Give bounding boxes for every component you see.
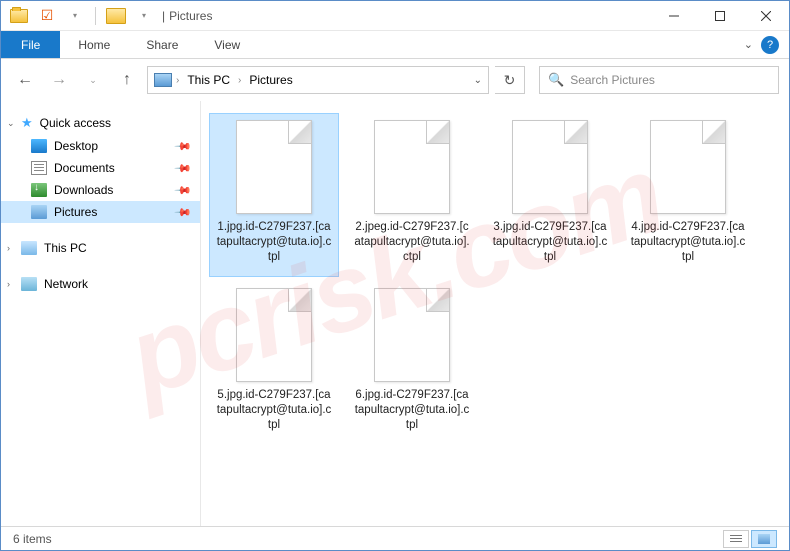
file-name: 3.jpg.id-C279F237.[catapultacrypt@tuta.i…: [490, 220, 610, 265]
file-name: 6.jpg.id-C279F237.[catapultacrypt@tuta.i…: [352, 388, 472, 433]
sidebar-label: Documents: [54, 161, 115, 175]
help-icon[interactable]: ?: [761, 36, 779, 54]
refresh-button[interactable]: ↻: [495, 66, 525, 94]
title-dropdown-icon[interactable]: ▾: [132, 5, 156, 27]
file-name: 5.jpg.id-C279F237.[catapultacrypt@tuta.i…: [214, 388, 334, 433]
sidebar-label: Network: [44, 277, 88, 291]
sidebar-item-quick-access[interactable]: ⌄ ★ Quick access: [1, 111, 200, 135]
address-bar: ← → ⌄ ↑ › This PC › Pictures ⌄ ↻ 🔍: [1, 59, 789, 101]
file-icon: [374, 120, 450, 214]
details-view-button[interactable]: [723, 530, 749, 548]
search-input[interactable]: [570, 73, 770, 87]
pictures-icon: [31, 205, 47, 219]
pin-icon: 📌: [174, 203, 193, 222]
file-icon: [236, 120, 312, 214]
file-name: 4.jpg.id-C279F237.[catapultacrypt@tuta.i…: [628, 220, 748, 265]
file-item[interactable]: 2.jpeg.id-C279F237.[catapultacrypt@tuta.…: [347, 113, 477, 277]
ribbon-tabs: File Home Share View ⌄ ?: [1, 31, 789, 59]
status-bar: 6 items: [1, 526, 789, 550]
sidebar-item-pictures[interactable]: Pictures 📌: [1, 201, 200, 223]
sidebar-label: This PC: [44, 241, 87, 255]
titlebar: ☑ ▾ ▾ | Pictures: [1, 1, 789, 31]
up-button[interactable]: ↑: [113, 66, 141, 94]
navigation-pane: ⌄ ★ Quick access Desktop 📌 Documents 📌 D…: [1, 101, 201, 527]
sidebar-item-downloads[interactable]: Downloads 📌: [1, 179, 200, 201]
thumbnails-view-button[interactable]: [751, 530, 777, 548]
tab-view[interactable]: View: [196, 31, 258, 58]
file-icon: [512, 120, 588, 214]
file-item[interactable]: 1.jpg.id-C279F237.[catapultacrypt@tuta.i…: [209, 113, 339, 277]
sidebar-item-network[interactable]: › Network: [1, 273, 200, 295]
search-icon: 🔍: [548, 72, 564, 88]
folder-icon: [104, 5, 128, 27]
file-item[interactable]: 4.jpg.id-C279F237.[catapultacrypt@tuta.i…: [623, 113, 753, 277]
file-name: 2.jpeg.id-C279F237.[catapultacrypt@tuta.…: [352, 220, 472, 265]
pin-icon: 📌: [174, 137, 193, 156]
search-box[interactable]: 🔍: [539, 66, 779, 94]
file-item[interactable]: 5.jpg.id-C279F237.[catapultacrypt@tuta.i…: [209, 281, 339, 445]
minimize-button[interactable]: [651, 1, 697, 31]
file-icon: [650, 120, 726, 214]
pin-icon: 📌: [174, 181, 193, 200]
sidebar-label: Downloads: [54, 183, 113, 197]
breadcrumb-current[interactable]: Pictures: [245, 73, 296, 87]
file-name: 1.jpg.id-C279F237.[catapultacrypt@tuta.i…: [214, 220, 334, 265]
recent-dropdown-icon[interactable]: ⌄: [79, 66, 107, 94]
sidebar-label: Pictures: [54, 205, 97, 219]
forward-button[interactable]: →: [45, 66, 73, 94]
network-icon: [21, 277, 37, 291]
desktop-icon: [31, 139, 47, 153]
breadcrumb-root[interactable]: This PC: [183, 73, 234, 87]
maximize-button[interactable]: [697, 1, 743, 31]
downloads-icon: [31, 183, 47, 197]
chevron-right-icon[interactable]: ›: [238, 75, 241, 86]
file-view[interactable]: 1.jpg.id-C279F237.[catapultacrypt@tuta.i…: [201, 101, 789, 527]
tab-file[interactable]: File: [1, 31, 60, 58]
chevron-down-icon[interactable]: ⌄: [7, 118, 15, 129]
back-button[interactable]: ←: [11, 66, 39, 94]
documents-icon: [31, 161, 47, 175]
chevron-right-icon[interactable]: ›: [7, 279, 10, 289]
app-icon[interactable]: [7, 5, 31, 27]
star-icon: ★: [21, 115, 33, 131]
chevron-right-icon[interactable]: ›: [7, 243, 10, 253]
close-button[interactable]: [743, 1, 789, 31]
ribbon-expand-icon[interactable]: ⌄: [744, 38, 753, 51]
breadcrumb[interactable]: › This PC › Pictures ⌄: [147, 66, 489, 94]
window-controls: [651, 1, 789, 31]
properties-icon[interactable]: ☑: [35, 5, 59, 27]
item-count: 6 items: [13, 532, 52, 546]
file-item[interactable]: 6.jpg.id-C279F237.[catapultacrypt@tuta.i…: [347, 281, 477, 445]
content-area: ⌄ ★ Quick access Desktop 📌 Documents 📌 D…: [1, 101, 789, 527]
qat-dropdown-icon[interactable]: ▾: [63, 5, 87, 27]
file-icon: [236, 288, 312, 382]
tab-home[interactable]: Home: [60, 31, 128, 58]
chevron-right-icon[interactable]: ›: [176, 75, 179, 86]
sidebar-item-this-pc[interactable]: › This PC: [1, 237, 200, 259]
sidebar-item-documents[interactable]: Documents 📌: [1, 157, 200, 179]
title-separator: |: [162, 9, 165, 23]
tab-share[interactable]: Share: [128, 31, 196, 58]
breadcrumb-dropdown-icon[interactable]: ⌄: [474, 75, 482, 86]
quick-access-toolbar: ☑ ▾ ▾: [1, 5, 156, 27]
location-icon: [154, 73, 172, 87]
view-toggles: [723, 530, 777, 548]
file-icon: [374, 288, 450, 382]
pin-icon: 📌: [174, 159, 193, 178]
sidebar-label: Desktop: [54, 139, 98, 153]
pc-icon: [21, 241, 37, 255]
sidebar-label: Quick access: [40, 116, 111, 130]
window-title: Pictures: [169, 9, 212, 23]
file-item[interactable]: 3.jpg.id-C279F237.[catapultacrypt@tuta.i…: [485, 113, 615, 277]
sidebar-item-desktop[interactable]: Desktop 📌: [1, 135, 200, 157]
divider: [95, 7, 96, 25]
